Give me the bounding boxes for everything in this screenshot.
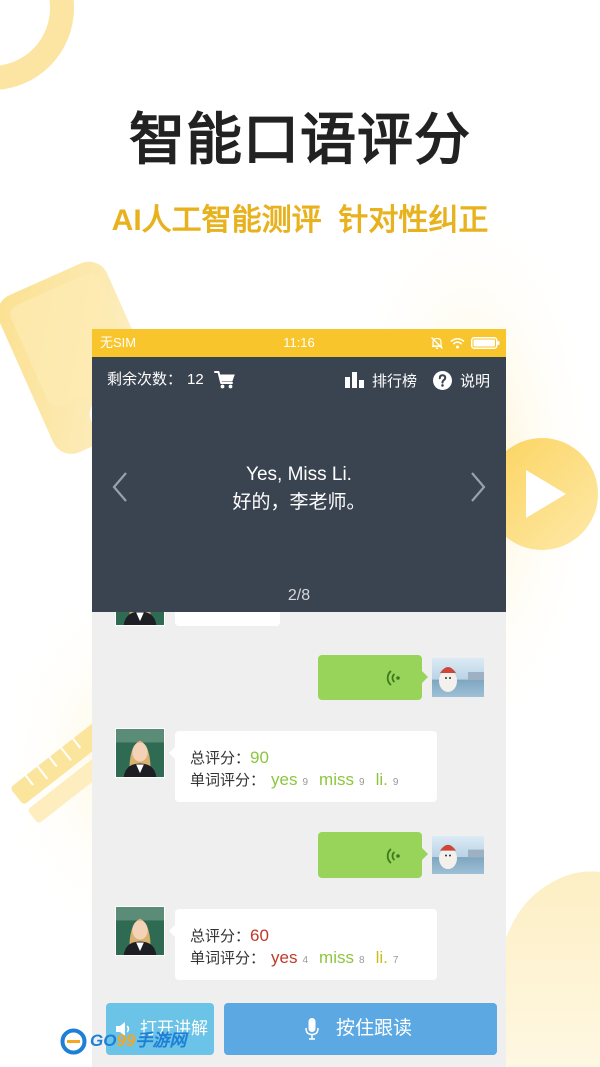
chevron-right-icon[interactable] <box>468 471 488 503</box>
word-miss: miss <box>319 770 354 789</box>
voice-message-bubble[interactable] <box>318 832 428 878</box>
alarm-off-icon <box>431 337 443 349</box>
question-circle-icon <box>433 370 452 390</box>
word-li: li. <box>375 770 388 789</box>
bar-chart-icon <box>345 372 364 388</box>
word-scores-line: 单词评分： yes 4 miss 8 li. 7 <box>190 947 409 969</box>
word-scores-line: 单词评分： yes 9 miss 9 li. 9 <box>190 769 409 791</box>
total-score-line: 总评分：90 <box>190 747 269 769</box>
chat-area[interactable]: 总评分：90 单词评分： yes 9 miss 9 li. 9 总评分：60 单… <box>92 612 506 1067</box>
phone-screen: 无SIM 11:16 剩余次数： 12 排行榜 说明 Yes, Miss Li.… <box>92 329 506 1067</box>
top-left-arc-decoration <box>0 0 74 90</box>
remaining-value: 12 <box>187 371 204 388</box>
watermark-logo: GO99手游网 <box>60 1026 186 1056</box>
teacher-avatar <box>115 612 165 626</box>
word-li: li. <box>375 948 388 967</box>
score-message-bubble: 总评分：60 单词评分： yes 4 miss 8 li. 7 <box>169 909 437 980</box>
promo-title: 智能口语评分 <box>129 108 471 171</box>
record-button[interactable]: 按住跟读 <box>224 1003 497 1055</box>
watermark-suffix: 手游网 <box>135 1031 187 1050</box>
status-bar: 无SIM 11:16 <box>92 329 506 357</box>
total-score-value: 60 <box>250 926 269 945</box>
total-score-label: 总评分： <box>190 928 251 945</box>
teacher-avatar <box>115 728 165 778</box>
partial-teacher-message <box>175 612 280 626</box>
word-yes: yes <box>271 948 298 967</box>
corner-blob-decoration <box>489 871 600 1067</box>
word-miss: miss <box>319 948 354 967</box>
score-message-bubble: 总评分：90 单词评分： yes 9 miss 9 li. 9 <box>169 731 437 802</box>
user-avatar <box>432 836 484 874</box>
voice-message-bubble[interactable] <box>318 655 428 700</box>
leaderboard-label: 排行榜 <box>372 372 418 390</box>
word-yes-score: 4 <box>302 955 309 966</box>
battery-icon <box>471 337 500 349</box>
wifi-icon <box>450 338 465 349</box>
leaderboard-button[interactable]: 排行榜 <box>345 369 417 391</box>
cart-icon[interactable] <box>214 370 236 389</box>
sentence-english: Yes, Miss Li. <box>246 464 352 485</box>
user-avatar <box>432 658 484 697</box>
word-li-score: 9 <box>392 777 399 788</box>
word-li-score: 7 <box>392 955 399 966</box>
watermark-logo-icon <box>60 1028 87 1054</box>
sentence-panel: 剩余次数： 12 排行榜 说明 Yes, Miss Li. 好的，李老师。 2/… <box>92 357 506 612</box>
watermark-brand-b: 99 <box>116 1031 136 1050</box>
total-score-line: 总评分：60 <box>190 925 269 947</box>
remaining-label: 剩余次数： <box>107 371 183 388</box>
voice-wave-icon <box>386 670 400 686</box>
help-label: 说明 <box>460 372 491 390</box>
word-score-label: 单词评分： <box>190 950 266 967</box>
microphone-icon <box>305 1018 319 1040</box>
word-miss-score: 8 <box>359 955 365 966</box>
record-label: 按住跟读 <box>336 1018 413 1039</box>
teacher-avatar <box>115 906 165 956</box>
total-score-value: 90 <box>250 748 269 767</box>
remaining-count: 剩余次数： 12 <box>107 371 204 389</box>
word-yes: yes <box>271 770 298 789</box>
watermark-text: GO99手游网 <box>90 1030 186 1052</box>
total-score-label: 总评分： <box>190 750 251 767</box>
watermark-brand-a: GO <box>90 1031 117 1050</box>
promo-subtitle: AI人工智能测评 针对性纠正 <box>111 204 489 237</box>
sentence-progress: 2/8 <box>287 587 311 604</box>
help-button[interactable]: 说明 <box>433 369 490 391</box>
word-score-label: 单词评分： <box>190 772 266 789</box>
word-miss-score: 9 <box>359 777 365 788</box>
voice-wave-icon <box>386 848 400 864</box>
status-icons <box>430 335 500 351</box>
sentence-chinese: 好的，李老师。 <box>232 492 366 513</box>
word-yes-score: 9 <box>302 777 309 788</box>
